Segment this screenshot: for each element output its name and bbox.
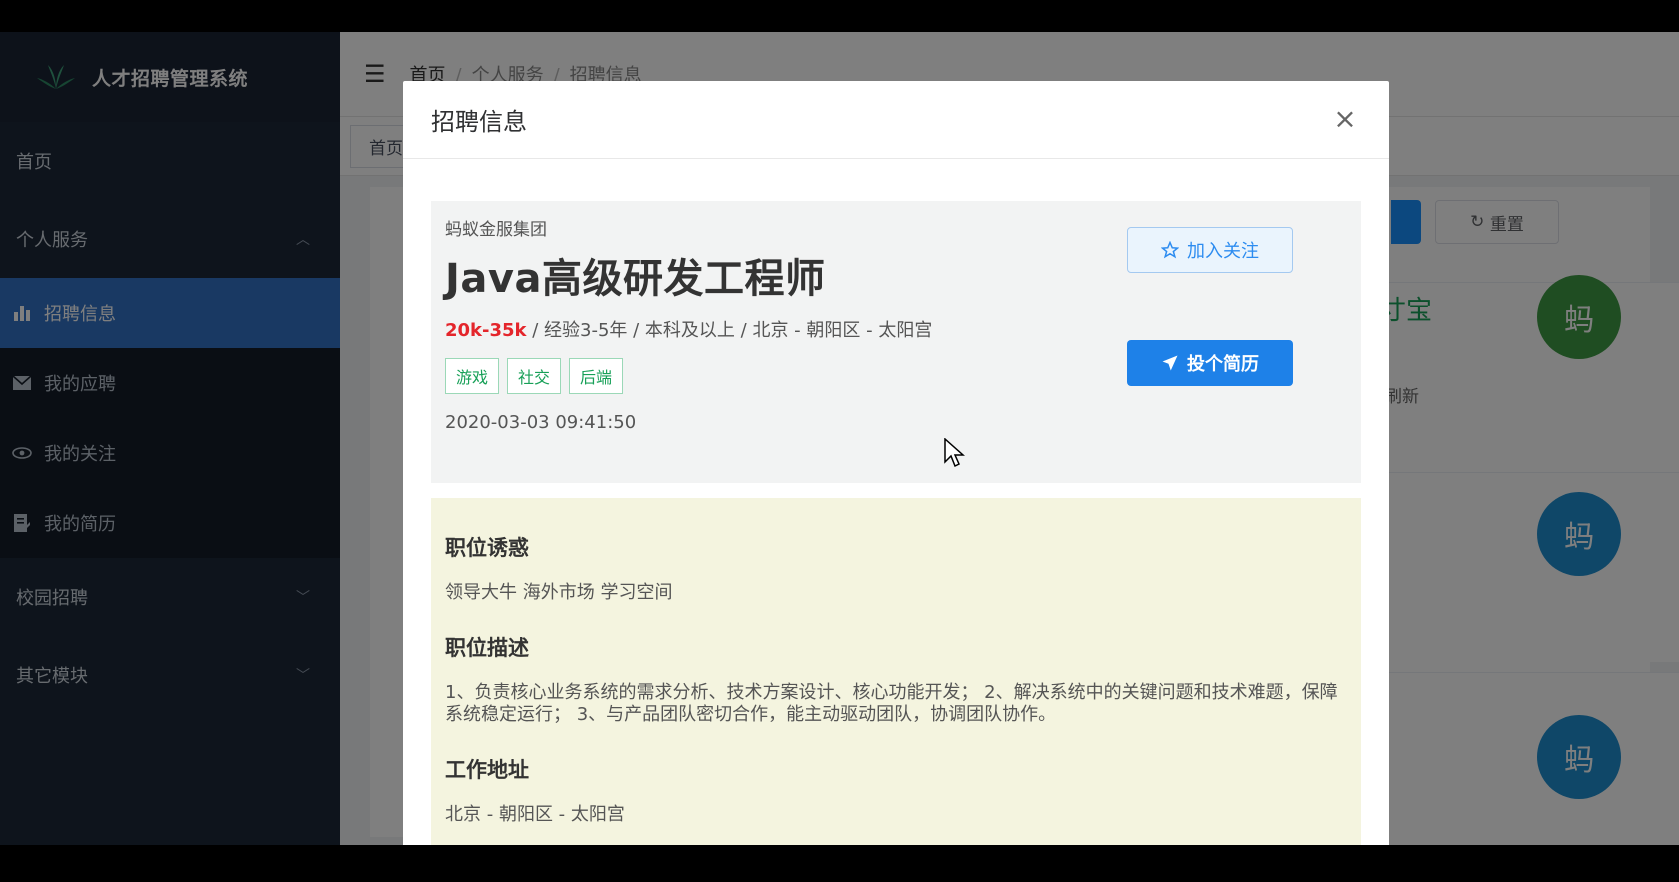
paper-plane-icon (1162, 355, 1178, 371)
salary: 20k-35k (445, 320, 527, 341)
section-text: 领导大牛 海外市场 学习空间 (445, 582, 673, 603)
section-text: 1、负责核心业务系统的需求分析、技术方案设计、核心功能开发； 2、解决系统中的关… (445, 682, 1338, 725)
job-details: 职位诱惑 领导大牛 海外市场 学习空间 职位描述 1、负责核心业务系统的需求分析… (431, 498, 1361, 845)
apply-resume-button[interactable]: 投个简历 (1127, 340, 1293, 386)
job-summary: 蚂蚁金服集团 Java高级研发工程师 20k-35k / 经验3-5年 / 本科… (431, 201, 1361, 483)
section-title: 职位诱惑 (445, 536, 529, 560)
job-tag: 后端 (569, 358, 624, 394)
section-address: 工作地址 北京 - 朝阳区 - 太阳宫 (445, 754, 1347, 826)
follow-button[interactable]: 加入关注 (1127, 227, 1293, 273)
modal-header: 招聘信息 × (403, 81, 1389, 159)
close-icon[interactable]: × (1331, 105, 1359, 133)
section-description: 职位描述 1、负责核心业务系统的需求分析、技术方案设计、核心功能开发； 2、解决… (445, 632, 1347, 726)
section-title: 职位描述 (445, 636, 529, 660)
section-text: 北京 - 朝阳区 - 太阳宫 (445, 804, 625, 825)
job-tag: 社交 (507, 358, 562, 394)
modal-title: 招聘信息 (431, 108, 527, 136)
section-title: 工作地址 (445, 758, 529, 782)
app-window: 人才招聘管理系统 首页 个人服务 ︿ 招聘信息 我的应聘 (0, 32, 1679, 845)
job-tag: 游戏 (445, 358, 500, 394)
job-meta: 20k-35k / 经验3-5年 / 本科及以上 / 北京 - 朝阳区 - 太阳… (445, 316, 1347, 342)
apply-label: 投个简历 (1187, 354, 1259, 374)
star-icon (1161, 241, 1179, 259)
job-detail-modal: 招聘信息 × 蚂蚁金服集团 Java高级研发工程师 20k-35k / 经验3-… (403, 81, 1389, 845)
screen-frame: 人才招聘管理系统 首页 个人服务 ︿ 招聘信息 我的应聘 (0, 0, 1679, 882)
publish-time: 2020-03-03 09:41:50 (445, 412, 637, 433)
section-perks: 职位诱惑 领导大牛 海外市场 学习空间 (445, 532, 1347, 604)
follow-label: 加入关注 (1187, 241, 1259, 261)
modal-body: 蚂蚁金服集团 Java高级研发工程师 20k-35k / 经验3-5年 / 本科… (403, 159, 1389, 845)
job-requirements: / 经验3-5年 / 本科及以上 / 北京 - 朝阳区 - 太阳宫 (526, 320, 933, 341)
mouse-pointer-icon (944, 438, 965, 468)
